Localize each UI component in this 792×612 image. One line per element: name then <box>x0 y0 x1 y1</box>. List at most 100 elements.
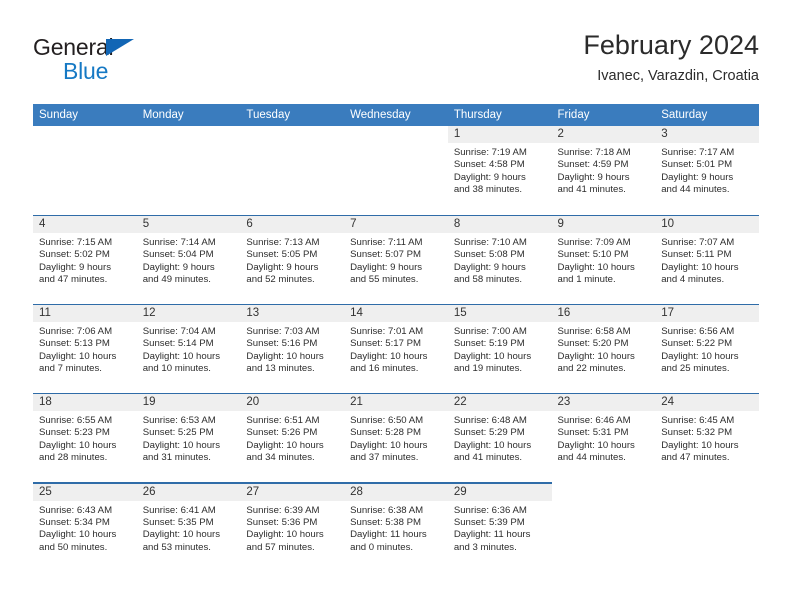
day-details: Sunrise: 6:46 AM Sunset: 5:31 PM Daylight:… <box>552 411 656 465</box>
sunset-text: Sunset: 5:08 PM <box>453 249 525 261</box>
daylight-text-line1: Daylight: 10 hours <box>661 350 739 362</box>
page-header: General Blue February 2024 Ivanec, Varaz… <box>33 28 759 100</box>
sunrise-text: Sunrise: 7:09 AM <box>557 237 631 248</box>
day-cell[interactable]: 11 Sunrise: 7:06 AM Sunset: 5:13 PM Dayligh… <box>33 305 137 393</box>
sunrise-text: Sunrise: 7:17 AM <box>661 147 735 158</box>
day-cell[interactable]: 9 Sunrise: 7:09 AM Sunset: 5:10 PM Daylight… <box>551 216 656 304</box>
daylight-text-line2: and 22 minutes. <box>557 363 626 375</box>
title-block: February 2024 Ivanec, Varazdin, Croatia <box>583 28 759 87</box>
day-cell[interactable]: 13 Sunrise: 7:03 AM Sunset: 5:16 PM Dayligh… <box>240 305 345 393</box>
day-number: 28 <box>344 483 448 501</box>
day-number: 24 <box>655 394 759 411</box>
sunrise-text: Sunrise: 6:36 AM <box>453 504 527 516</box>
day-number: 20 <box>240 394 345 411</box>
daylight-text-line2: and 55 minutes. <box>350 274 419 286</box>
calendar-week-row: 11 Sunrise: 7:06 AM Sunset: 5:13 PM Dayligh… <box>33 304 759 393</box>
day-cell[interactable]: 6 Sunrise: 7:13 AM Sunset: 5:05 PM Daylight… <box>240 216 345 304</box>
daylight-text-line1: Daylight: 10 hours <box>246 350 324 362</box>
day-cell[interactable]: 4 Sunrise: 7:15 AM Sunset: 5:02 PM Daylight… <box>33 216 137 304</box>
day-cell[interactable]: 2 Sunrise: 7:18 AM Sunset: 4:59 PM Daylight… <box>551 126 656 215</box>
day-cell[interactable]: 16 Sunrise: 6:58 AM Sunset: 5:20 PM Dayligh… <box>551 305 656 393</box>
sunset-text: Sunset: 5:31 PM <box>557 427 629 439</box>
logo-text-general: General <box>33 34 114 60</box>
day-cell[interactable]: 20 Sunrise: 6:51 AM Sunset: 5:26 PM Dayligh… <box>240 394 345 482</box>
sunset-text: Sunset: 4:59 PM <box>557 159 629 171</box>
day-cell[interactable]: 22 Sunrise: 6:48 AM Sunset: 5:29 PM Dayligh… <box>447 394 552 482</box>
day-details: Sunrise: 6:41 AM Sunset: 5:35 PM Daylight:… <box>137 501 241 555</box>
day-number: 21 <box>344 394 448 411</box>
day-details: Sunrise: 6:53 AM Sunset: 5:25 PM Daylight:… <box>137 411 241 465</box>
sunrise-text: Sunrise: 6:39 AM <box>246 504 320 516</box>
daylight-text-line2: and 41 minutes. <box>453 452 523 464</box>
sunrise-text: Sunrise: 6:56 AM <box>661 326 735 337</box>
sunrise-text: Sunrise: 7:14 AM <box>142 237 216 248</box>
daylight-text-line2: and 25 minutes. <box>661 363 730 375</box>
day-number: 18 <box>33 394 137 411</box>
daylight-text-line1: Daylight: 9 hours <box>453 171 526 183</box>
daylight-text-line1: Daylight: 11 hours <box>453 529 531 541</box>
day-cell[interactable]: 15 Sunrise: 7:00 AM Sunset: 5:19 PM Dayligh… <box>447 305 552 393</box>
day-cell-empty <box>655 484 759 573</box>
page-title: February 2024 <box>583 30 759 60</box>
day-cell[interactable]: 3 Sunrise: 7:17 AM Sunset: 5:01 PM Daylight… <box>655 126 759 215</box>
day-cell[interactable]: 21 Sunrise: 6:50 AM Sunset: 5:28 PM Dayligh… <box>344 394 448 482</box>
day-number <box>240 126 344 143</box>
day-number: 12 <box>136 305 241 322</box>
day-cell[interactable]: 25 Sunrise: 6:43 AM Sunset: 5:34 PM Dayligh… <box>33 483 137 573</box>
daylight-text-line1: Daylight: 9 hours <box>661 171 734 183</box>
daylight-text-line2: and 31 minutes. <box>142 452 211 464</box>
daylight-text-line1: Daylight: 9 hours <box>557 171 630 183</box>
day-number: 16 <box>551 305 656 322</box>
day-cell[interactable]: 10 Sunrise: 7:07 AM Sunset: 5:11 PM Dayligh… <box>655 216 759 304</box>
daylight-text-line1: Daylight: 10 hours <box>661 439 739 451</box>
daylight-text-line2: and 38 minutes. <box>453 184 523 196</box>
sunset-text: Sunset: 5:32 PM <box>661 427 733 439</box>
day-cell[interactable]: 28 Sunrise: 6:38 AM Sunset: 5:38 PM Dayligh… <box>344 483 448 573</box>
daylight-text-line2: and 50 minutes. <box>39 541 108 553</box>
sunset-text: Sunset: 5:07 PM <box>350 249 422 261</box>
sunrise-text: Sunrise: 6:46 AM <box>557 415 631 426</box>
day-cell[interactable]: 18 Sunrise: 6:55 AM Sunset: 5:23 PM Dayligh… <box>33 394 137 482</box>
day-number <box>33 126 137 143</box>
daylight-text-line2: and 53 minutes. <box>142 541 211 553</box>
day-cell[interactable]: 12 Sunrise: 7:04 AM Sunset: 5:14 PM Dayligh… <box>136 305 241 393</box>
day-cell[interactable]: 29 Sunrise: 6:36 AM Sunset: 5:39 PM Dayligh… <box>447 483 552 573</box>
day-cell[interactable]: 14 Sunrise: 7:01 AM Sunset: 5:17 PM Dayligh… <box>344 305 448 393</box>
day-cell-empty <box>240 126 344 215</box>
day-number: 8 <box>447 216 552 233</box>
sunset-text: Sunset: 5:28 PM <box>350 427 422 439</box>
day-cell[interactable]: 5 Sunrise: 7:14 AM Sunset: 5:04 PM Daylight… <box>136 216 241 304</box>
day-cell[interactable]: 24 Sunrise: 6:45 AM Sunset: 5:32 PM Dayligh… <box>655 394 759 482</box>
day-details: Sunrise: 6:39 AM Sunset: 5:36 PM Daylight:… <box>240 501 344 555</box>
sunrise-text: Sunrise: 6:38 AM <box>350 504 424 516</box>
sunrise-text: Sunrise: 6:48 AM <box>453 415 527 426</box>
daylight-text-line1: Daylight: 11 hours <box>350 529 427 541</box>
daylight-text-line1: Daylight: 9 hours <box>246 261 319 273</box>
day-details: Sunrise: 7:03 AM Sunset: 5:16 PM Daylight:… <box>240 322 344 376</box>
day-cell[interactable]: 19 Sunrise: 6:53 AM Sunset: 5:25 PM Dayligh… <box>136 394 241 482</box>
daylight-text-line2: and 41 minutes. <box>557 184 626 196</box>
day-details: Sunrise: 7:19 AM Sunset: 4:58 PM Daylight:… <box>448 143 552 197</box>
day-number: 25 <box>33 483 137 501</box>
sunrise-text: Sunrise: 7:13 AM <box>246 237 320 248</box>
daylight-text-line1: Daylight: 10 hours <box>142 439 221 451</box>
day-details: Sunrise: 7:09 AM Sunset: 5:10 PM Daylight:… <box>552 233 656 287</box>
daylight-text-line1: Daylight: 9 hours <box>39 261 111 273</box>
day-cell[interactable]: 7 Sunrise: 7:11 AM Sunset: 5:07 PM Daylight… <box>344 216 448 304</box>
sunset-text: Sunset: 5:39 PM <box>453 516 525 528</box>
daylight-text-line1: Daylight: 10 hours <box>453 350 532 362</box>
daylight-text-line1: Daylight: 9 hours <box>350 261 423 273</box>
day-details: Sunrise: 7:18 AM Sunset: 4:59 PM Daylight:… <box>552 143 656 197</box>
day-cell[interactable]: 17 Sunrise: 6:56 AM Sunset: 5:22 PM Dayligh… <box>655 305 759 393</box>
daylight-text-line2: and 52 minutes. <box>246 274 315 286</box>
day-cell[interactable]: 26 Sunrise: 6:41 AM Sunset: 5:35 PM Dayligh… <box>136 483 241 573</box>
sunrise-text: Sunrise: 6:53 AM <box>142 415 216 426</box>
day-cell[interactable]: 27 Sunrise: 6:39 AM Sunset: 5:36 PM Dayligh… <box>240 483 345 573</box>
daylight-text-line2: and 4 minutes. <box>661 274 725 286</box>
weekday-header-row: Sunday Monday Tuesday Wednesday Thursday… <box>33 104 759 126</box>
day-number <box>552 484 656 501</box>
day-cell[interactable]: 1 Sunrise: 7:19 AM Sunset: 4:58 PM Daylight… <box>447 126 552 215</box>
day-cell[interactable]: 8 Sunrise: 7:10 AM Sunset: 5:08 PM Daylight… <box>447 216 552 304</box>
day-cell[interactable]: 23 Sunrise: 6:46 AM Sunset: 5:31 PM Dayligh… <box>551 394 656 482</box>
daylight-text-line2: and 37 minutes. <box>350 452 419 464</box>
